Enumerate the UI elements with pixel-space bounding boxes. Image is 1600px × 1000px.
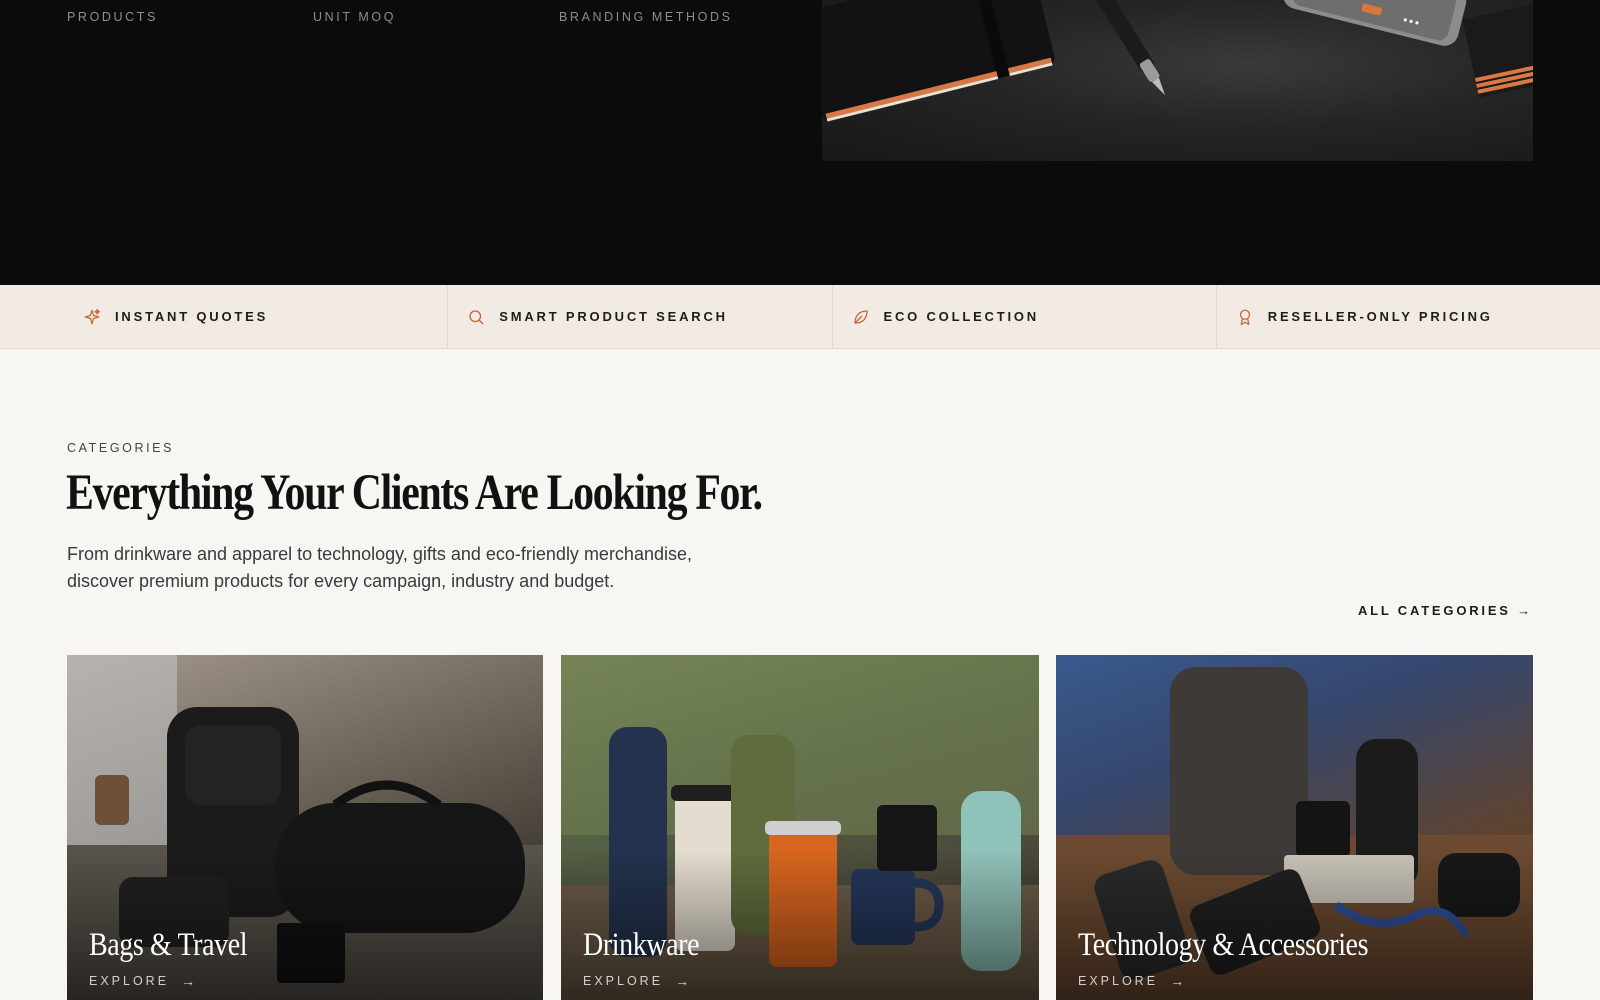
- card-title: Technology & Accessories: [1078, 927, 1369, 963]
- feature-label: RESELLER-ONLY PRICING: [1267, 309, 1493, 324]
- feature-label: INSTANT QUOTES: [115, 309, 269, 324]
- feature-label: ECO COLLECTION: [883, 309, 1039, 324]
- section-lede: From drinkware and apparel to technology…: [67, 544, 692, 591]
- all-categories-link[interactable]: ALL CATEGORIES →: [1358, 603, 1533, 618]
- feature-instant-quotes[interactable]: INSTANT QUOTES: [0, 285, 449, 348]
- feature-label: SMART PRODUCT SEARCH: [499, 309, 728, 324]
- arrow-right-icon: →: [181, 973, 196, 989]
- stat-label-products: PRODUCTS: [67, 10, 158, 24]
- search-icon: [469, 309, 484, 324]
- category-card-bags-travel[interactable]: Bags & Travel EXPLORE →: [67, 655, 543, 1000]
- section-eyebrow: CATEGORIES: [67, 441, 175, 455]
- sparkle-icon: [84, 308, 101, 324]
- explore-button[interactable]: EXPLORE →: [583, 973, 689, 989]
- award-icon: [1239, 309, 1250, 325]
- arrow-right-icon: →: [1170, 973, 1185, 989]
- feature-strip: INSTANT QUOTES SMART PRODUCT SEARCH ECO …: [0, 285, 1600, 349]
- stat-label-moq: UNIT MOQ: [313, 10, 397, 24]
- category-card-technology[interactable]: Technology & Accessories EXPLORE →: [1056, 655, 1533, 1000]
- card-title: Bags & Travel: [89, 927, 248, 963]
- explore-label: EXPLORE: [1078, 974, 1159, 988]
- section-headline: Everything Your Clients Are Looking For.: [66, 465, 763, 521]
- explore-label: EXPLORE: [583, 974, 664, 988]
- hero-photo-illustration: [822, 0, 1533, 122]
- arrow-right-icon: →: [675, 973, 690, 989]
- explore-label: EXPLORE: [89, 974, 170, 988]
- feature-smart-search[interactable]: SMART PRODUCT SEARCH: [448, 285, 833, 348]
- leaf-icon: [853, 309, 868, 324]
- feature-reseller-pricing[interactable]: RESELLER-ONLY PRICING: [1217, 285, 1600, 348]
- explore-button[interactable]: EXPLORE →: [1078, 973, 1184, 989]
- stat-label-branding: BRANDING METHODS: [559, 10, 733, 24]
- category-card-drinkware[interactable]: Drinkware EXPLORE →: [561, 655, 1039, 1000]
- feature-eco-collection[interactable]: ECO COLLECTION: [833, 285, 1217, 348]
- hero-section: PRODUCTS UNIT MOQ BRANDING METHODS: [0, 0, 1600, 285]
- card-title: Drinkware: [583, 927, 700, 963]
- explore-button[interactable]: EXPLORE →: [89, 973, 195, 989]
- hero-product-photo: [822, 0, 1533, 161]
